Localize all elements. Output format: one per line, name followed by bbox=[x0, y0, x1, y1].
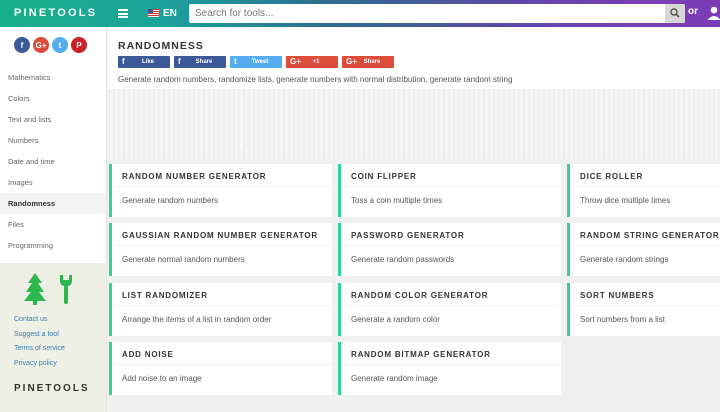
sidebar-item-date-and-time[interactable]: Date and time bbox=[0, 151, 106, 172]
tool-description: Add noise to an image bbox=[122, 374, 202, 383]
footer-links: Contact us Suggest a tool Terms of servi… bbox=[14, 313, 65, 371]
wrench-icon bbox=[60, 275, 72, 304]
sidebar-item-images[interactable]: Images bbox=[0, 172, 106, 193]
sidebar-footer: Contact us Suggest a tool Terms of servi… bbox=[0, 263, 106, 412]
sidebar-item-mathematics[interactable]: Mathematics bbox=[0, 67, 106, 88]
tool-title: RANDOM BITMAP GENERATOR bbox=[351, 350, 491, 359]
tool-title: GAUSSIAN RANDOM NUMBER GENERATOR bbox=[122, 231, 318, 240]
page-description: Generate random numbers, randomize lists… bbox=[118, 75, 513, 84]
tool-title: RANDOM STRING GENERATOR bbox=[580, 231, 720, 240]
tool-card-coin-flipper[interactable]: COIN FLIPPER Toss a coin multiple times bbox=[338, 164, 561, 217]
tool-description: Generate a random color bbox=[351, 315, 440, 324]
tool-card-random-number-generator[interactable]: RANDOM NUMBER GENERATOR Generate random … bbox=[109, 164, 332, 217]
tool-card-list-randomizer[interactable]: LIST RANDOMIZER Arrange the items of a l… bbox=[109, 283, 332, 336]
tool-title: RANDOM NUMBER GENERATOR bbox=[122, 172, 267, 181]
search-button[interactable] bbox=[665, 4, 685, 23]
sidebar-item-colors[interactable]: Colors bbox=[0, 88, 106, 109]
footer-logo[interactable]: PINETOOLS bbox=[14, 383, 90, 394]
search-box bbox=[189, 4, 685, 23]
tool-description: Generate random strings bbox=[580, 255, 669, 264]
tool-title: COIN FLIPPER bbox=[351, 172, 417, 181]
tool-card-random-bitmap-generator[interactable]: RANDOM BITMAP GENERATOR Generate random … bbox=[338, 342, 561, 395]
sidebar-item-numbers[interactable]: Numbers bbox=[0, 130, 106, 151]
tool-description: Generate random passwords bbox=[351, 255, 455, 264]
tool-title: DICE ROLLER bbox=[580, 172, 644, 181]
sidebar: f G+ t P Mathematics Colors Text and lis… bbox=[0, 27, 107, 412]
sidebar-item-text-and-lists[interactable]: Text and lists bbox=[0, 109, 106, 130]
tool-description: Throw dice multiple times bbox=[580, 196, 671, 205]
category-nav: Mathematics Colors Text and lists Number… bbox=[0, 67, 106, 256]
search-input[interactable] bbox=[189, 4, 663, 23]
sidebar-item-randomness[interactable]: Randomness bbox=[0, 193, 106, 214]
pinterest-icon[interactable]: P bbox=[71, 37, 87, 53]
tool-card-random-color-generator[interactable]: RANDOM COLOR GENERATOR Generate a random… bbox=[338, 283, 561, 336]
us-flag-icon[interactable] bbox=[148, 9, 159, 17]
privacy-link[interactable]: Privacy policy bbox=[14, 357, 65, 372]
facebook-share-button[interactable]: f Share bbox=[174, 56, 226, 68]
or-label[interactable]: or bbox=[688, 6, 698, 17]
page-title: RANDOMNESS bbox=[118, 40, 204, 52]
tool-card-add-noise[interactable]: ADD NOISE Add noise to an image bbox=[109, 342, 332, 395]
tweet-button[interactable]: t Tweet bbox=[230, 56, 282, 68]
google-plus-share-button[interactable]: G+ Share bbox=[342, 56, 394, 68]
tool-card-dice-roller[interactable]: DICE ROLLER Throw dice multiple times bbox=[567, 164, 720, 217]
sidebar-item-programming[interactable]: Programming bbox=[0, 235, 106, 256]
suggest-tool-link[interactable]: Suggest a tool bbox=[14, 328, 65, 343]
social-links: f G+ t P bbox=[14, 37, 87, 53]
user-icon[interactable] bbox=[707, 5, 720, 20]
tool-description: Generate random image bbox=[351, 374, 438, 383]
tool-title: PASSWORD GENERATOR bbox=[351, 231, 465, 240]
share-buttons: f Like f Share t Tweet G+ +1 G+ Share bbox=[118, 56, 394, 68]
language-selector[interactable]: EN bbox=[163, 8, 177, 19]
top-bar: PINETOOLS EN or bbox=[0, 0, 720, 27]
tool-card-gaussian-random-number-generator[interactable]: GAUSSIAN RANDOM NUMBER GENERATOR Generat… bbox=[109, 223, 332, 276]
ad-banner bbox=[108, 89, 720, 159]
sidebar-item-files[interactable]: Files bbox=[0, 214, 106, 235]
tool-description: Arrange the items of a list in random or… bbox=[122, 315, 272, 324]
tool-card-password-generator[interactable]: PASSWORD GENERATOR Generate random passw… bbox=[338, 223, 561, 276]
site-logo[interactable]: PINETOOLS bbox=[14, 7, 97, 19]
tool-description: Toss a coin multiple times bbox=[351, 196, 443, 205]
google-plus-icon[interactable]: G+ bbox=[33, 37, 49, 53]
tool-card-sort-numbers[interactable]: SORT NUMBERS Sort numbers from a list bbox=[567, 283, 720, 336]
tool-description: Generate normal random numbers bbox=[122, 255, 245, 264]
facebook-like-button[interactable]: f Like bbox=[118, 56, 170, 68]
pine-tree-icon bbox=[24, 273, 46, 305]
contact-us-link[interactable]: Contact us bbox=[14, 313, 65, 328]
tool-title: LIST RANDOMIZER bbox=[122, 291, 208, 300]
twitter-icon[interactable]: t bbox=[52, 37, 68, 53]
hamburger-menu-icon[interactable] bbox=[118, 9, 128, 18]
tool-card-random-string-generator[interactable]: RANDOM STRING GENERATOR Generate random … bbox=[567, 223, 720, 276]
page-header: RANDOMNESS f Like f Share t Tweet G+ +1 … bbox=[108, 27, 720, 89]
facebook-icon[interactable]: f bbox=[14, 37, 30, 53]
tool-description: Sort numbers from a list bbox=[580, 315, 665, 324]
search-icon bbox=[670, 8, 680, 18]
terms-link[interactable]: Terms of service bbox=[14, 342, 65, 357]
tool-description: Generate random numbers bbox=[122, 196, 219, 205]
google-plus-one-button[interactable]: G+ +1 bbox=[286, 56, 338, 68]
tool-title: ADD NOISE bbox=[122, 350, 174, 359]
tool-title: SORT NUMBERS bbox=[580, 291, 655, 300]
tool-title: RANDOM COLOR GENERATOR bbox=[351, 291, 489, 300]
